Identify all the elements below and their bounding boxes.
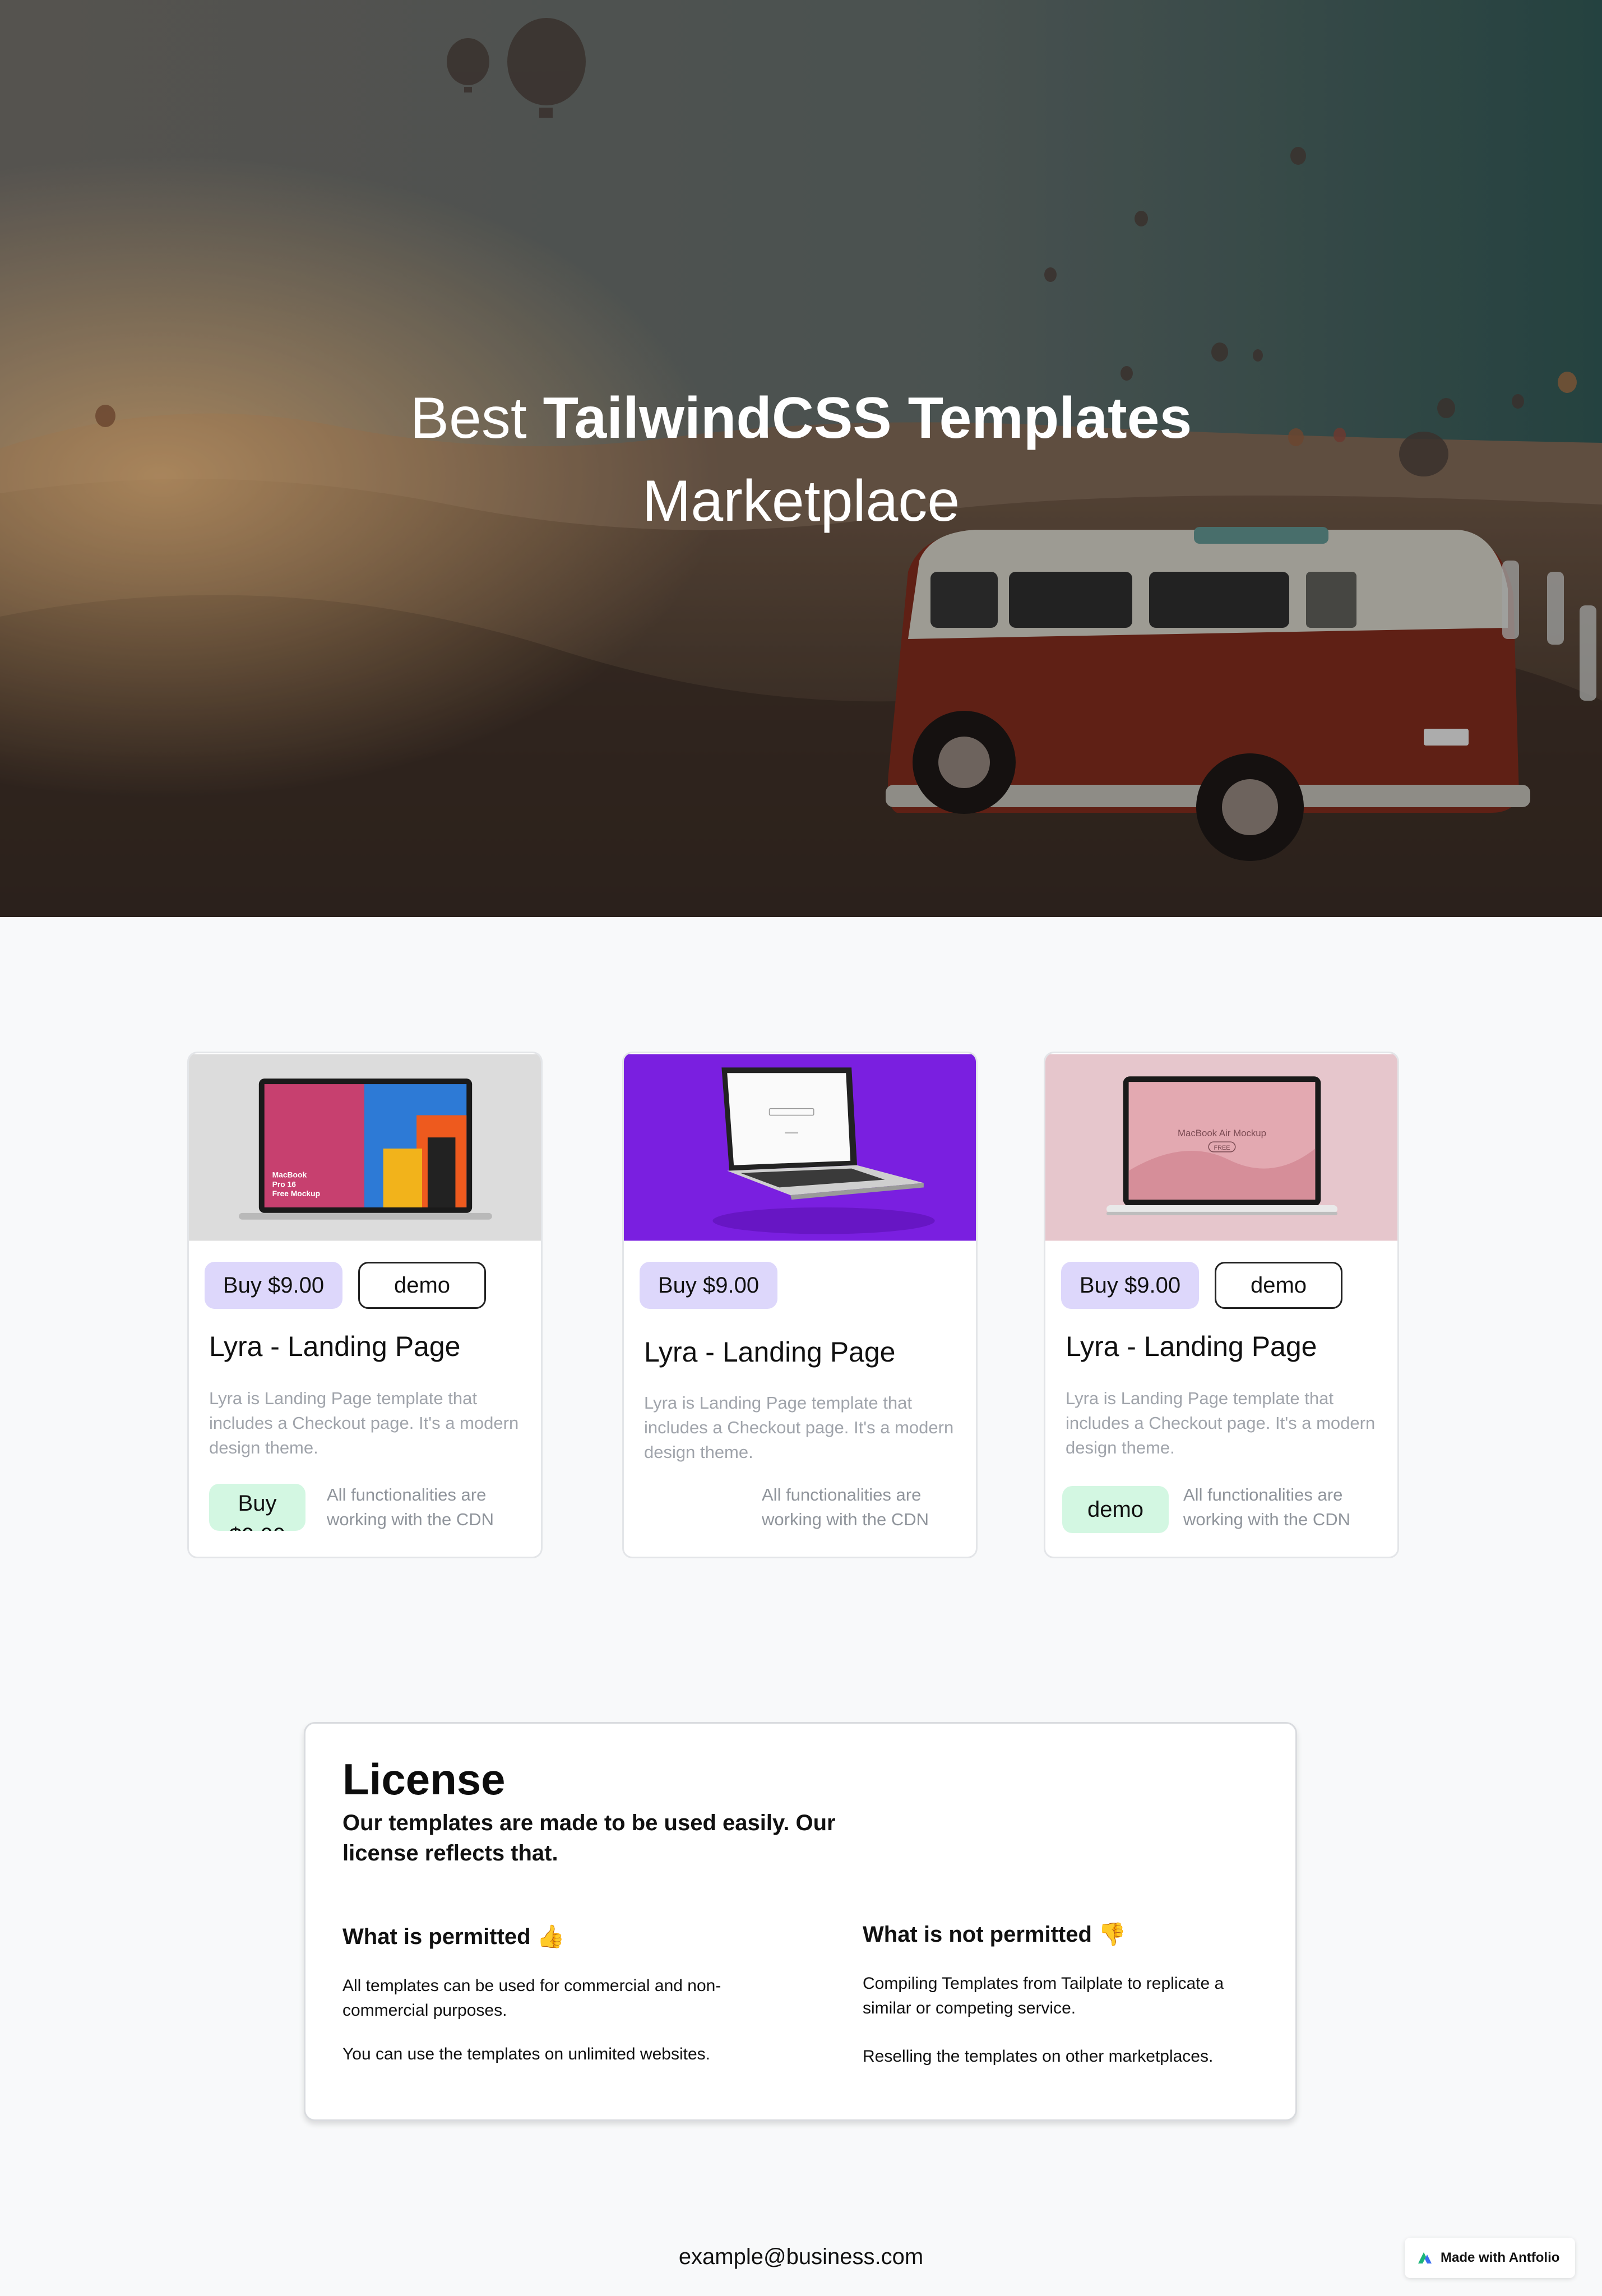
antfolio-badge-label: Made with Antfolio xyxy=(1441,2250,1560,2265)
card-title: Lyra - Landing Page xyxy=(644,1336,896,1368)
not-permitted-heading: What is not permitted 👎 xyxy=(863,1922,1126,1947)
card-note: All functionalities are working with the… xyxy=(1183,1485,1351,1529)
buy-button[interactable]: Buy $9.00 xyxy=(640,1262,777,1309)
card-title: Lyra - Landing Page xyxy=(1066,1331,1317,1362)
card-title: Lyra - Landing Page xyxy=(209,1331,461,1362)
buy-button[interactable]: Buy $9.00 xyxy=(1061,1262,1199,1309)
thumb-text-2: FREE xyxy=(1214,1145,1230,1151)
hero-title-light: Best xyxy=(410,386,527,451)
license-subtitle: Our templates are made to be used easily… xyxy=(342,1811,836,1866)
license-title: License xyxy=(342,1755,506,1804)
template-card: MacBook Pro 16 Free Mockup Buy $9.00 dem… xyxy=(187,1052,543,1558)
thumb-text-1: MacBook Air Mockup xyxy=(1178,1128,1266,1138)
template-card: Buy $9.00 Lyra - Landing Page Lyra is La… xyxy=(622,1052,978,1558)
not-permitted-item: Compiling Templates from Tailplate to re… xyxy=(863,1974,1224,2017)
license-panel: License Our templates are made to be use… xyxy=(304,1722,1297,2121)
hero-banner: Best TailwindCSS Templates Marketplace xyxy=(0,0,1602,917)
buy-button[interactable]: Buy $9.00 xyxy=(205,1262,342,1309)
card-thumbnail-image: MacBook Air Mockup FREE xyxy=(1045,1054,1397,1241)
antfolio-logo-icon xyxy=(1418,2252,1432,2263)
hero-title-bold: TailwindCSS Templates xyxy=(543,386,1192,451)
card-description: Lyra is Landing Page template that inclu… xyxy=(1066,1388,1376,1457)
permitted-heading: What is permitted 👍 xyxy=(342,1924,565,1949)
bottom-buy-button[interactable]: Buy $9.00 xyxy=(209,1484,305,1531)
card-description: Lyra is Landing Page template that inclu… xyxy=(644,1393,954,1462)
thumb-text-1: MacBook xyxy=(272,1170,307,1179)
card-note: All functionalities are working with the… xyxy=(327,1485,494,1529)
card-thumbnail-image xyxy=(624,1054,976,1241)
hero-heading: Best TailwindCSS Templates Marketplace xyxy=(0,377,1602,543)
bottom-demo-button[interactable]: demo xyxy=(1062,1486,1169,1533)
thumb-text-2: Pro 16 xyxy=(272,1179,297,1188)
card-description: Lyra is Landing Page template that inclu… xyxy=(209,1388,519,1457)
footer-email[interactable]: example@business.com xyxy=(0,2244,1602,2270)
template-card: MacBook Air Mockup FREE Buy $9.00 demo L… xyxy=(1044,1052,1399,1558)
demo-button[interactable]: demo xyxy=(1215,1262,1342,1309)
card-note: All functionalities are working with the… xyxy=(762,1485,929,1529)
hero-title-line2: Marketplace xyxy=(642,469,960,534)
not-permitted-item: Reselling the templates on other marketp… xyxy=(863,2047,1214,2066)
card-thumbnail-image: MacBook Pro 16 Free Mockup xyxy=(189,1054,541,1241)
made-with-antfolio-badge[interactable]: Made with Antfolio xyxy=(1405,2238,1575,2278)
thumb-text-3: Free Mockup xyxy=(272,1189,320,1198)
permitted-item: You can use the templates on unlimited w… xyxy=(342,2045,710,2063)
demo-button[interactable]: demo xyxy=(358,1262,486,1309)
permitted-item: All templates can be used for commercial… xyxy=(342,1976,721,2020)
